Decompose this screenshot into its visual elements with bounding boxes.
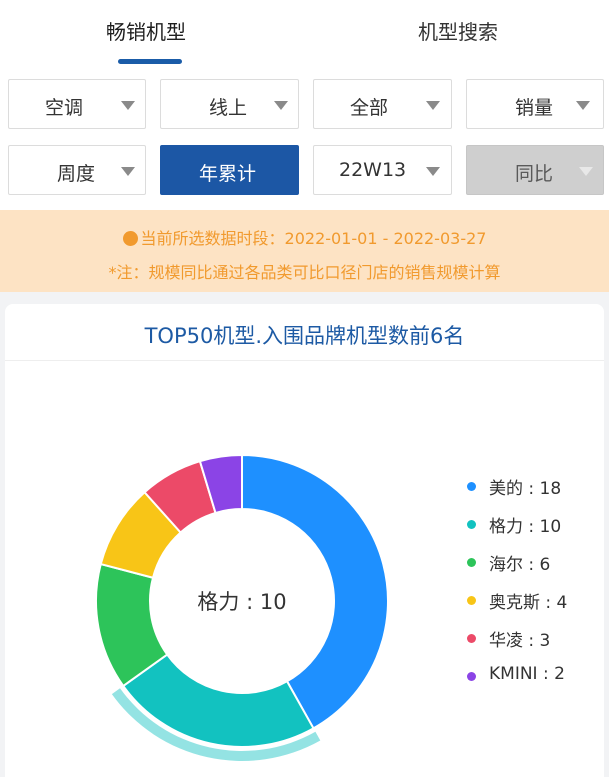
period-type-select-label: 周度 xyxy=(57,163,96,185)
tab-bestselling-models[interactable]: 畅销机型 xyxy=(106,16,186,45)
legend-label: 华凌 : 3 xyxy=(489,631,551,651)
comparison-select[interactable]: 同比 xyxy=(466,145,604,195)
week-select-label: 22W13 xyxy=(339,159,407,181)
chevron-down-icon xyxy=(426,101,440,110)
category-select[interactable]: 空调 xyxy=(8,79,146,129)
week-select[interactable]: 22W13 xyxy=(313,145,452,195)
chevron-down-icon xyxy=(121,101,135,110)
chevron-down-icon xyxy=(274,101,288,110)
legend-dot xyxy=(467,482,476,491)
active-tab-indicator xyxy=(118,59,182,64)
chevron-down-icon xyxy=(579,167,593,176)
metric-select[interactable]: 销量 xyxy=(466,79,604,129)
donut-chart: 格力 : 10 xyxy=(95,453,389,761)
comparison-select-label: 同比 xyxy=(515,163,554,185)
category-select-label: 空调 xyxy=(45,97,84,119)
chevron-down-icon xyxy=(576,101,590,110)
period-notice-text: 当前所选数据时段：2022-01-01 - 2022-03-27 xyxy=(140,229,487,248)
channel-select[interactable]: 线上 xyxy=(160,79,299,129)
legend-dot xyxy=(467,520,476,529)
legend-label: 海尔 : 6 xyxy=(489,555,551,575)
legend-dot xyxy=(467,634,476,643)
year-to-date-button[interactable]: 年累计 xyxy=(160,145,299,195)
info-dot-icon xyxy=(122,231,138,246)
period-notice: 当前所选数据时段：2022-01-01 - 2022-03-27 *注：规模同比… xyxy=(0,210,609,292)
period-type-select[interactable]: 周度 xyxy=(8,145,146,195)
legend-label: 格力 : 10 xyxy=(489,517,562,537)
chevron-down-icon xyxy=(121,167,135,176)
chart-card: TOP50机型.入围品牌机型数前6名 格力 : 10 美的 : 18 格力 : … xyxy=(5,304,604,777)
legend-label: KMINI : 2 xyxy=(489,664,565,684)
period-notice-line: 当前所选数据时段：2022-01-01 - 2022-03-27 xyxy=(0,225,609,249)
top-tab-bar: 畅销机型 机型搜索 xyxy=(0,0,609,70)
legend-dot xyxy=(467,672,476,681)
scope-select-label: 全部 xyxy=(350,97,389,119)
legend-label: 奥克斯 : 4 xyxy=(489,593,568,613)
legend-dot xyxy=(467,558,476,567)
chevron-down-icon xyxy=(426,167,440,176)
legend-label: 美的 : 18 xyxy=(489,479,562,499)
metric-select-label: 销量 xyxy=(515,97,554,119)
scale-note-text: *注：规模同比通过各品类可比口径门店的销售规模计算 xyxy=(108,263,501,282)
tab-model-search[interactable]: 机型搜索 xyxy=(418,16,498,45)
filter-panel: 空调 线上 全部 销量 周度 年累计 22W13 同比 xyxy=(0,70,609,210)
year-to-date-label: 年累计 xyxy=(199,163,257,185)
scope-select[interactable]: 全部 xyxy=(313,79,452,129)
donut-center-label: 格力 : 10 xyxy=(197,590,286,614)
channel-select-label: 线上 xyxy=(209,97,248,119)
legend-dot xyxy=(467,596,476,605)
